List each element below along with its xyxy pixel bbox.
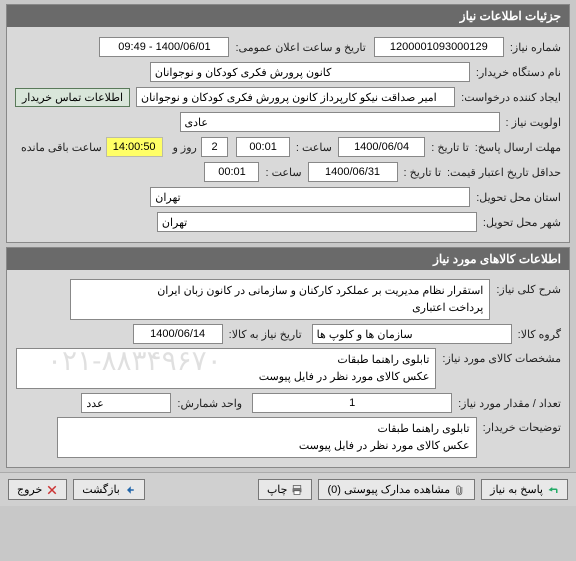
print-icon [291, 484, 303, 496]
label-public-announce: تاریخ و ساعت اعلان عمومی: [235, 41, 365, 54]
field-price-validity-date[interactable]: 1400/06/31 [308, 162, 398, 182]
label-days-and: روز و [173, 141, 197, 154]
field-delivery-city[interactable]: تهران [157, 212, 477, 232]
need-details-panel: جزئیات اطلاعات نیاز شماره نیاز: 12000010… [6, 4, 570, 243]
respond-button[interactable]: پاسخ به نیاز [481, 479, 568, 500]
field-public-announce[interactable]: 1400/06/01 - 09:49 [99, 37, 229, 57]
exit-icon [46, 484, 58, 496]
label-reply-deadline: مهلت ارسال پاسخ: [475, 141, 561, 154]
back-button-label: بازگشت [82, 483, 120, 496]
respond-button-label: پاسخ به نیاز [490, 483, 543, 496]
reply-icon [547, 484, 559, 496]
exit-button[interactable]: خروج [8, 479, 67, 500]
print-button[interactable]: چاپ [258, 479, 313, 500]
back-button[interactable]: بازگشت [73, 479, 145, 500]
field-request-creator[interactable]: امیر صداقت نیکو کارپرداز کانون پرورش فکر… [136, 87, 455, 107]
label-buyer-notes: توضیحات خریدار: [483, 421, 561, 434]
field-price-validity-hour[interactable]: 00:01 [204, 162, 259, 182]
label-quantity: تعداد / مقدار مورد نیاز: [458, 397, 561, 410]
field-need-number[interactable]: 1200001093000129 [374, 37, 504, 57]
label-hour-2: ساعت : [265, 166, 301, 179]
attachments-button-label: مشاهده مدارک پیوستی (0) [327, 483, 450, 496]
field-goods-spec[interactable]: تابلوی راهنما طبقاتعکس کالای مورد نظر در… [16, 348, 436, 389]
footer-toolbar: پاسخ به نیاز مشاهده مدارک پیوستی (0) چاپ… [0, 472, 576, 506]
label-hour-1: ساعت : [296, 141, 332, 154]
need-details-header: جزئیات اطلاعات نیاز [7, 5, 569, 27]
field-remaining-days: 2 [201, 137, 228, 157]
field-priority[interactable]: عادی [180, 112, 500, 132]
label-general-desc: شرح کلی نیاز: [496, 283, 561, 296]
field-reply-hour[interactable]: 00:01 [236, 137, 290, 157]
label-until-date-2: تا تاریخ : [404, 166, 441, 179]
attachments-button[interactable]: مشاهده مدارک پیوستی (0) [318, 479, 475, 500]
field-buyer-org[interactable]: کانون پرورش فکری کودکان و نوجوانان [150, 62, 470, 82]
label-until-date-1: تا تاریخ : [431, 141, 468, 154]
attachment-icon [454, 484, 466, 496]
label-buyer-org: نام دستگاه خریدار: [476, 66, 561, 79]
buyer-contact-button[interactable]: اطلاعات تماس خریدار [15, 88, 130, 107]
label-unit: واحد شمارش: [177, 397, 242, 410]
exit-button-label: خروج [17, 483, 42, 496]
label-request-creator: ایجاد کننده درخواست: [461, 91, 561, 104]
label-goods-group: گروه کالا: [518, 328, 561, 341]
field-countdown: 14:00:50 [106, 137, 163, 157]
goods-details-panel: اطلاعات کالاهای مورد نیاز شرح کلی نیاز: … [6, 247, 570, 468]
need-details-body: شماره نیاز: 1200001093000129 تاریخ و ساع… [7, 27, 569, 242]
field-goods-group[interactable]: سازمان ها و کلوپ ها [312, 324, 512, 344]
goods-details-header: اطلاعات کالاهای مورد نیاز [7, 248, 569, 270]
back-icon [124, 484, 136, 496]
field-unit[interactable]: عدد [81, 393, 171, 413]
goods-details-body: شرح کلی نیاز: استقرار نظام مدیریت بر عمل… [7, 270, 569, 467]
field-buyer-notes[interactable]: تابلوی راهنما طبقاتعکس کالای مورد نظر در… [57, 417, 477, 458]
label-price-validity: حداقل تاریخ اعتبار قیمت: [447, 166, 561, 179]
field-need-date[interactable]: 1400/06/14 [133, 324, 223, 344]
field-reply-date[interactable]: 1400/06/04 [338, 137, 425, 157]
label-hours-remaining: ساعت باقی مانده [21, 141, 102, 154]
field-delivery-province[interactable]: تهران [150, 187, 470, 207]
label-goods-spec: مشخصات کالای مورد نیاز: [442, 352, 561, 365]
field-general-desc[interactable]: استقرار نظام مدیریت بر عملکرد کارکنان و … [70, 279, 490, 320]
field-quantity[interactable]: 1 [252, 393, 452, 413]
label-priority: اولویت نیاز : [506, 116, 561, 129]
label-need-number: شماره نیاز: [510, 41, 561, 54]
label-need-date: تاریخ نیاز به کالا: [229, 328, 302, 341]
label-delivery-city: شهر محل تحویل: [483, 216, 561, 229]
print-button-label: چاپ [267, 483, 288, 496]
label-delivery-province: استان محل تحویل: [476, 191, 561, 204]
